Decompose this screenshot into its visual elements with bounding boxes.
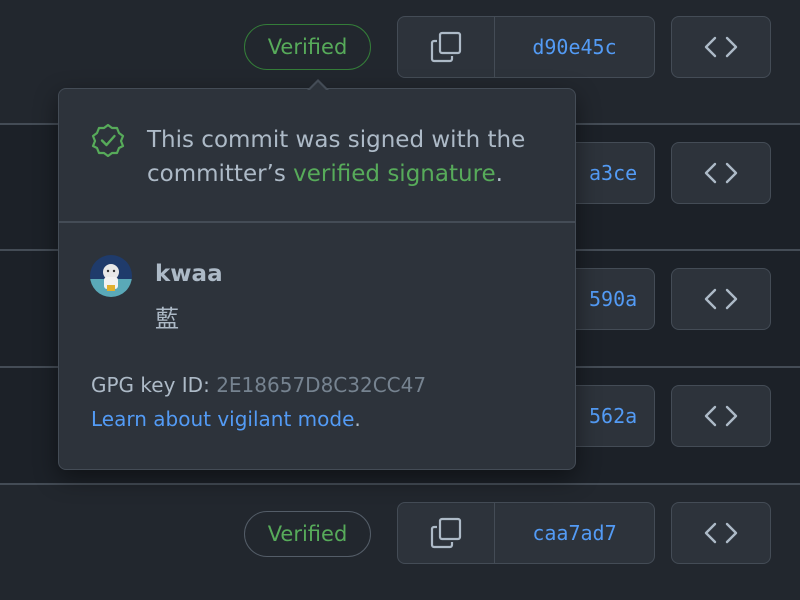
learn-more: Learn about vigilant mode.: [91, 407, 361, 431]
verified-signature-link[interactable]: verified signature: [293, 161, 496, 187]
code-icon: [704, 405, 738, 427]
user-display-name: 藍: [155, 305, 179, 333]
code-icon: [704, 288, 738, 310]
copy-icon: [430, 517, 462, 549]
verified-badge[interactable]: Verified: [244, 24, 371, 70]
code-icon: [704, 36, 738, 58]
commit-sha-link[interactable]: d90e45c: [495, 17, 654, 77]
code-icon: [704, 162, 738, 184]
commit-sha-group: d90e45c: [397, 16, 655, 78]
gpg-key-value: 2E18657D8C32CC47: [216, 373, 427, 397]
signature-message-suffix: .: [495, 161, 503, 187]
user-avatar-image: [90, 255, 132, 297]
popover-divider: [59, 221, 575, 223]
signature-popover: This commit was signed with the committe…: [58, 88, 576, 470]
commit-sha-link[interactable]: caa7ad7: [495, 503, 654, 563]
gpg-key-info: GPG key ID: 2E18657D8C32CC47: [91, 373, 426, 397]
copy-icon: [430, 31, 462, 63]
browse-code-button[interactable]: [671, 385, 771, 447]
learn-suffix: .: [354, 407, 361, 431]
commit-sha-group: caa7ad7: [397, 502, 655, 564]
verified-badge[interactable]: Verified: [244, 511, 371, 557]
popover-header: This commit was signed with the committe…: [59, 89, 575, 221]
gpg-key-label: GPG key ID:: [91, 373, 210, 397]
copy-sha-button[interactable]: [398, 17, 495, 77]
browse-code-button[interactable]: [671, 268, 771, 330]
signature-message: This commit was signed with the committe…: [147, 123, 547, 191]
popover-caret-inner: [309, 82, 327, 91]
avatar[interactable]: [90, 255, 132, 297]
user-name[interactable]: kwaa: [155, 261, 223, 287]
vigilant-mode-link[interactable]: Learn about vigilant mode: [91, 407, 354, 431]
browse-code-button[interactable]: [671, 16, 771, 78]
code-icon: [704, 522, 738, 544]
browse-code-button[interactable]: [671, 142, 771, 204]
copy-sha-button[interactable]: [398, 503, 495, 563]
browse-code-button[interactable]: [671, 502, 771, 564]
verified-check-icon: [91, 123, 125, 157]
